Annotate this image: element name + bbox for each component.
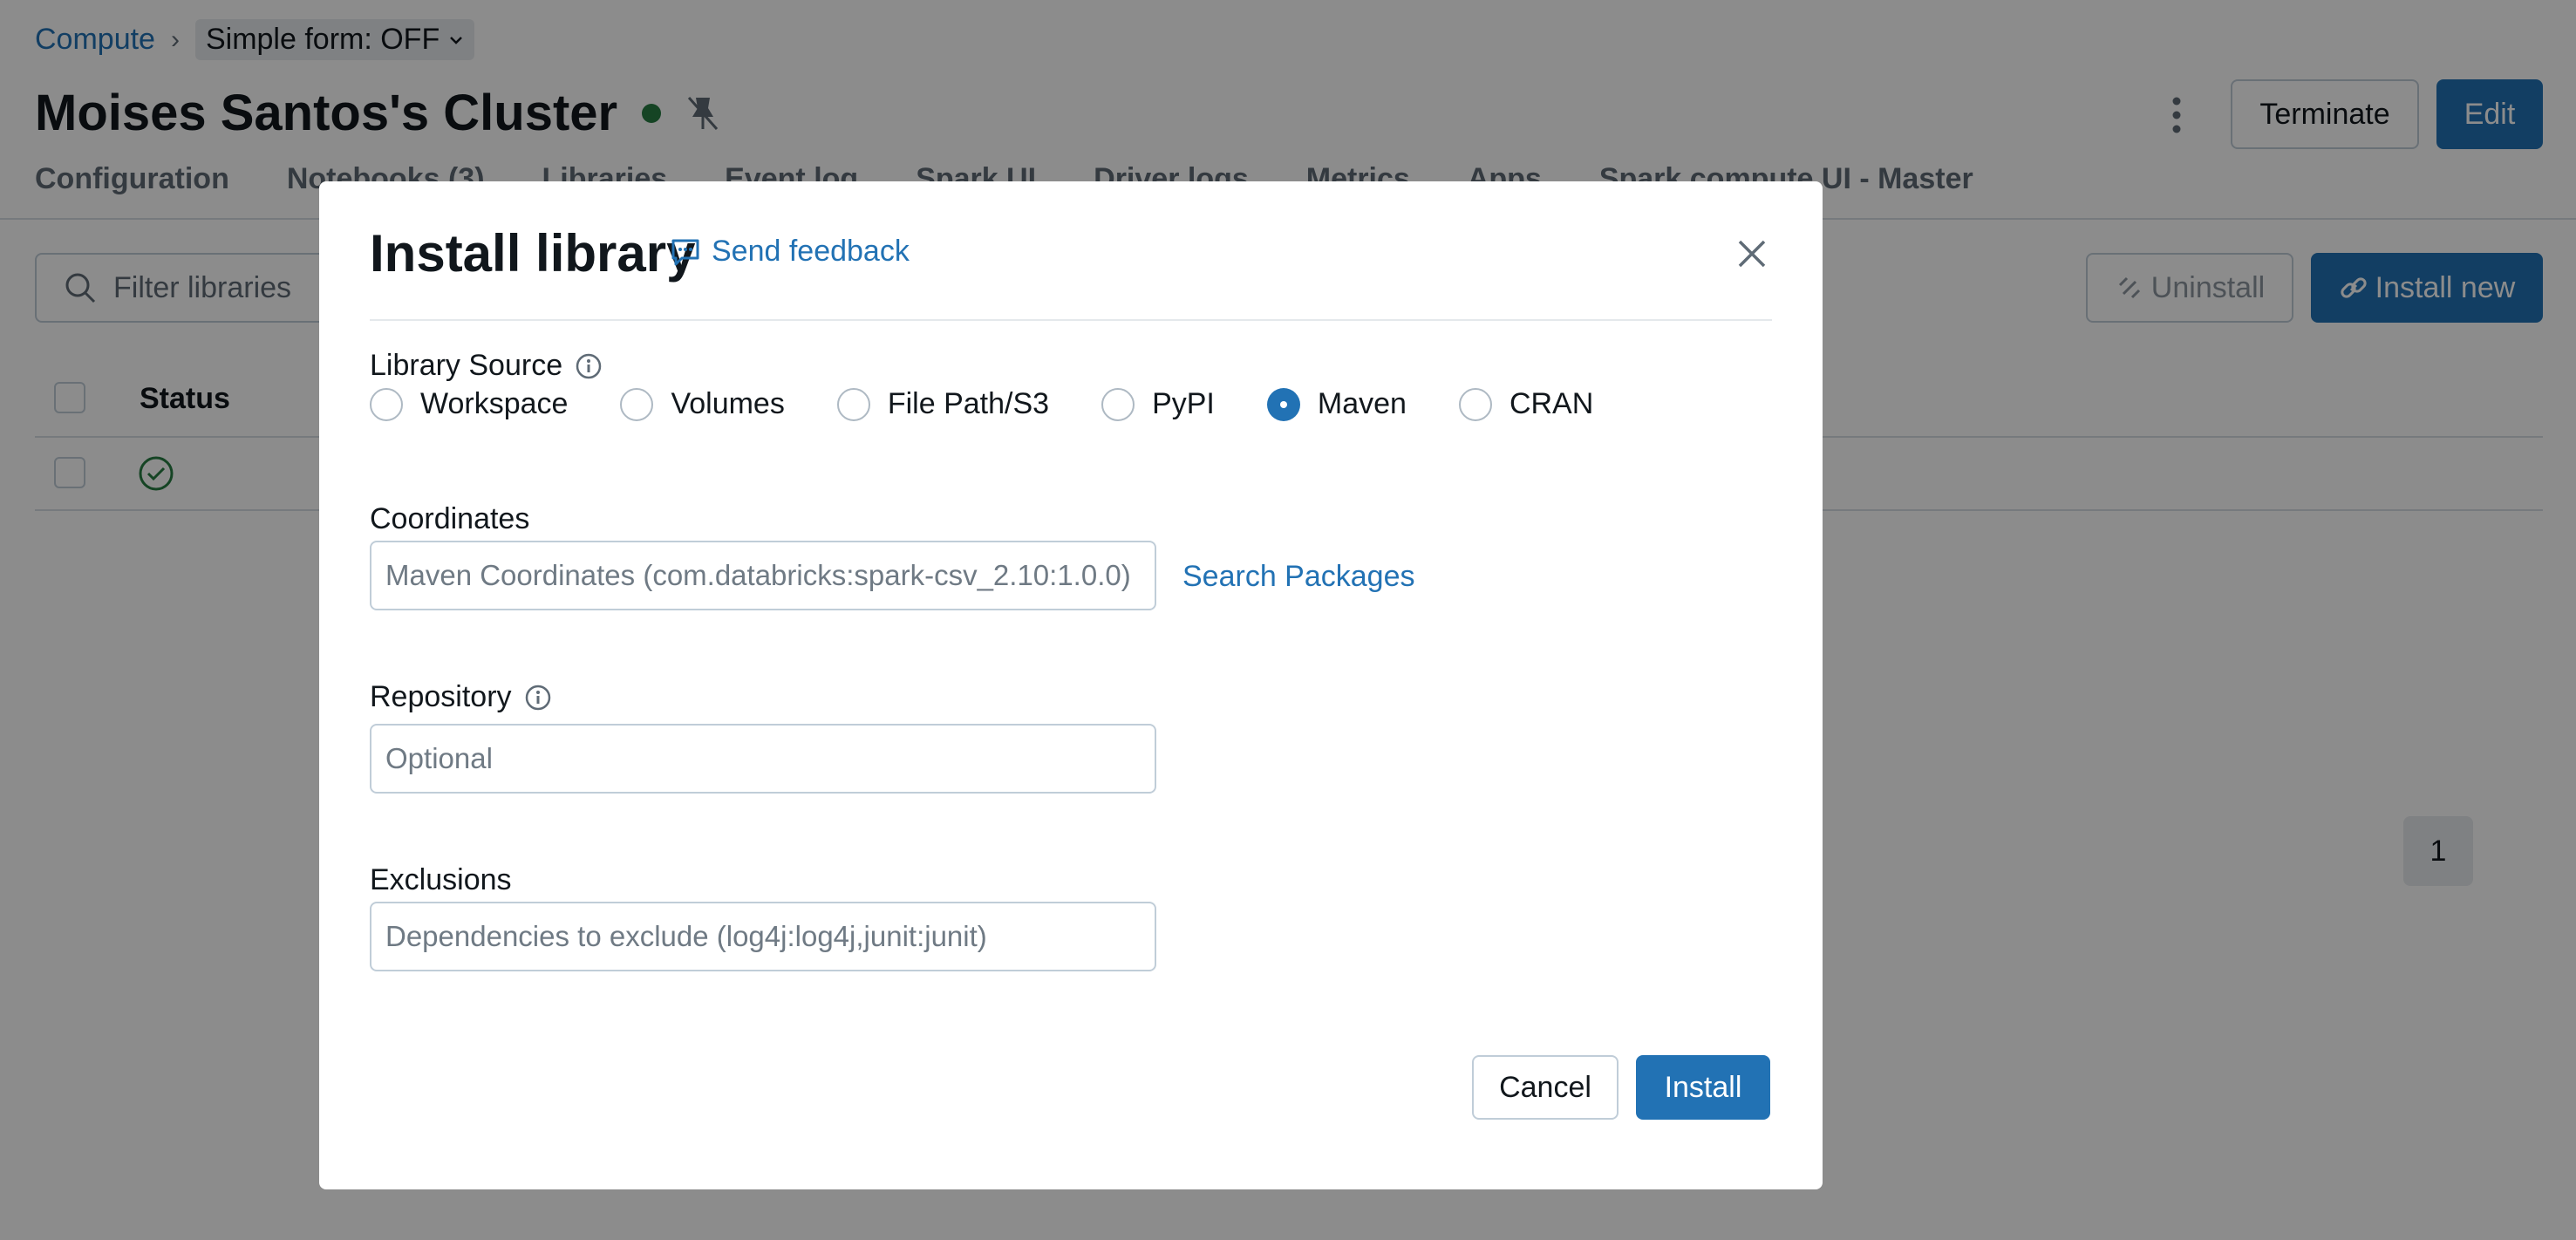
radio-file-path-s3[interactable]: File Path/S3: [836, 387, 1050, 421]
exclusions-label: Exclusions: [370, 863, 512, 896]
radio-label: Volumes: [671, 387, 785, 420]
library-source-radio-group: Workspace Volumes File Path/S3 PyPI Mave…: [370, 387, 1646, 421]
close-icon: [1738, 240, 1766, 268]
radio-label: CRAN: [1509, 387, 1594, 420]
radio-button[interactable]: [1101, 387, 1135, 421]
send-feedback-label: Send feedback: [712, 234, 910, 268]
coordinates-input[interactable]: [370, 541, 1156, 610]
radio-pypi[interactable]: PyPI: [1101, 387, 1215, 421]
install-library-dialog: Install library Send feedback Library So…: [319, 181, 1823, 1189]
radio-maven[interactable]: Maven: [1266, 387, 1407, 421]
radio-workspace[interactable]: Workspace: [370, 387, 568, 421]
info-icon[interactable]: [524, 684, 552, 712]
repository-input[interactable]: [370, 724, 1156, 794]
close-button[interactable]: [1730, 232, 1774, 276]
info-icon[interactable]: [575, 352, 603, 380]
repository-label: Repository: [370, 680, 512, 713]
coordinates-label: Coordinates: [370, 502, 530, 535]
repository-label-row: Repository: [370, 680, 552, 714]
dialog-header-divider: [370, 319, 1772, 321]
radio-label: Maven: [1317, 387, 1407, 420]
radio-volumes[interactable]: Volumes: [620, 387, 785, 421]
library-source-label-row: Library Source: [370, 349, 603, 383]
dialog-title: Install library: [370, 224, 696, 283]
radio-label: PyPI: [1152, 387, 1215, 420]
search-packages-link[interactable]: Search Packages: [1182, 560, 1415, 594]
install-button[interactable]: Install: [1636, 1055, 1770, 1120]
radio-button[interactable]: [370, 387, 403, 421]
speech-bubble-icon: [671, 239, 699, 266]
radio-cran[interactable]: CRAN: [1458, 387, 1594, 421]
library-source-label: Library Source: [370, 349, 563, 382]
exclusions-input[interactable]: [370, 902, 1156, 971]
cancel-button[interactable]: Cancel: [1472, 1055, 1619, 1120]
radio-label: File Path/S3: [887, 387, 1050, 420]
radio-button[interactable]: [836, 387, 870, 421]
radio-button[interactable]: [1458, 387, 1492, 421]
radio-button-selected[interactable]: [1266, 387, 1300, 421]
send-feedback-link[interactable]: Send feedback: [668, 234, 910, 269]
radio-label: Workspace: [420, 387, 569, 420]
radio-button[interactable]: [620, 387, 654, 421]
